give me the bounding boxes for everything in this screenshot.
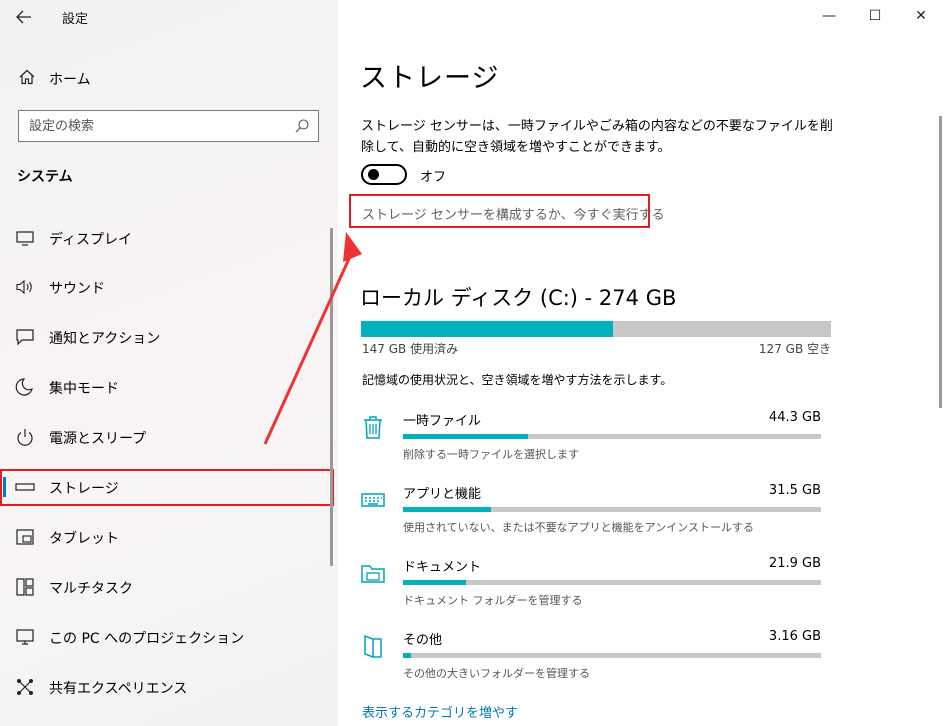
settings-search[interactable] [18, 110, 319, 142]
category-size: 44.3 GB [768, 410, 821, 425]
tablet-icon [16, 529, 34, 545]
sidebar-item-multitask[interactable]: マルチタスク [0, 569, 320, 605]
category-usage-fill [403, 580, 466, 585]
sidebar-item-power[interactable]: 電源とスリープ [0, 419, 320, 455]
category-size: 3.16 GB [768, 629, 821, 644]
sidebar-item-label: この PC へのプロジェクション [49, 631, 245, 647]
sidebar-item-label: 共有エクスペリエンス [49, 681, 188, 697]
sidebar-item-label: サウンド [49, 281, 105, 297]
toggle-knob [368, 169, 379, 180]
sidebar-item-notifications[interactable]: 通知とアクション [0, 319, 320, 355]
projection-icon [16, 629, 34, 645]
category-other[interactable]: その他 3.16 GB その他の大きいフォルダーを管理する [358, 629, 828, 689]
sidebar-item-shared[interactable]: 共有エクスペリエンス [0, 669, 320, 705]
back-arrow-icon [16, 10, 31, 24]
sidebar-item-sound[interactable]: サウンド [0, 269, 320, 305]
sidebar: 設定 ホーム システム ディスプレイ サウンド 通知とアクション 集中モード 電… [0, 0, 338, 726]
sidebar-item-label: タブレット [49, 531, 119, 547]
home-label: ホーム [49, 72, 91, 88]
storage-info-text: 記憶域の使用状況と、空き領域を増やす方法を示します。 [362, 373, 673, 387]
trash-icon [364, 416, 382, 439]
sidebar-item-label: 電源とスリープ [49, 431, 147, 447]
storage-sense-description: ストレージ センサーは、一時ファイルやごみ箱の内容などの不要なファイルを削除して… [361, 119, 833, 155]
category-usage-fill [403, 434, 529, 439]
sidebar-item-display[interactable]: ディスプレイ [0, 220, 320, 256]
back-button[interactable] [12, 6, 36, 28]
folder-icon [361, 565, 385, 583]
search-icon[interactable] [294, 118, 310, 134]
show-more-categories-link[interactable]: 表示するカテゴリを増やす [362, 702, 518, 721]
category-documents[interactable]: ドキュメント 21.9 GB ドキュメント フォルダーを管理する [358, 556, 828, 616]
maximize-button[interactable]: ☐ [852, 4, 898, 28]
disk-usage-bar [361, 321, 831, 337]
sidebar-item-label: 通知とアクション [49, 331, 161, 347]
sidebar-item-label: マルチタスク [49, 581, 133, 597]
category-usage-bar [403, 580, 821, 585]
sidebar-item-projection[interactable]: この PC へのプロジェクション [0, 619, 320, 655]
category-usage-bar [403, 434, 821, 439]
keyboard-icon [361, 493, 385, 507]
category-description: 使用されていない、または不要なアプリと機能をアンインストールする [403, 521, 755, 534]
category-size: 31.5 GB [768, 483, 821, 498]
close-button[interactable]: ✕ [898, 4, 944, 28]
sidebar-scrollbar[interactable] [330, 228, 333, 566]
toggle-state-label: オフ [420, 170, 447, 185]
category-apps[interactable]: アプリと機能 31.5 GB 使用されていない、または不要なアプリと機能をアンイ… [358, 483, 828, 543]
free-label: 127 GB 空き [758, 342, 831, 356]
titlebar-left: 設定 [0, 0, 338, 34]
page-title: ストレージ [360, 63, 500, 94]
sidebar-item-home[interactable]: ホーム [0, 64, 338, 92]
configure-storage-sense-link[interactable]: ストレージ センサーを構成するか、今すぐ実行する [362, 204, 665, 223]
annotation-highlight-box [0, 469, 334, 506]
category-size: 21.9 GB [768, 556, 821, 571]
category-name: ドキュメント [403, 560, 482, 575]
notification-icon [16, 329, 34, 346]
sidebar-item-focus[interactable]: 集中モード [0, 369, 320, 405]
used-label: 147 GB 使用済み [362, 342, 459, 356]
minimize-button[interactable]: — [806, 4, 852, 28]
home-icon [19, 69, 35, 85]
monitor-icon [16, 231, 34, 246]
category-description: その他の大きいフォルダーを管理する [403, 667, 590, 680]
disk-title: ローカル ディスク (C:) - 274 GB [360, 286, 677, 310]
document-icon [364, 634, 382, 659]
speaker-icon [16, 279, 32, 295]
category-temp-files[interactable]: 一時ファイル 44.3 GB 削除する一時ファイルを選択します [358, 410, 828, 470]
category-usage-bar [403, 653, 821, 658]
disk-usage-fill [361, 321, 613, 337]
sidebar-item-label: 集中モード [49, 381, 119, 397]
sidebar-item-label: ディスプレイ [49, 232, 133, 248]
main-scrollbar[interactable] [939, 116, 942, 408]
section-header: システム [17, 169, 73, 185]
share-icon [17, 679, 33, 695]
multitask-icon [16, 578, 34, 596]
category-name: アプリと機能 [403, 487, 482, 502]
annotation-highlight-box: ストレージ センサーを構成するか、今すぐ実行する [349, 194, 665, 228]
category-description: ドキュメント フォルダーを管理する [403, 594, 583, 607]
moon-icon [15, 378, 33, 396]
power-icon [17, 429, 33, 446]
category-usage-bar [403, 507, 821, 512]
category-description: 削除する一時ファイルを選択します [403, 448, 579, 461]
storage-sense-toggle[interactable] [361, 164, 407, 185]
app-title: 設定 [62, 12, 89, 27]
search-input[interactable] [19, 111, 269, 141]
category-name: その他 [403, 633, 443, 648]
sidebar-item-tablet[interactable]: タブレット [0, 519, 320, 555]
category-usage-fill [403, 507, 491, 512]
category-name: 一時ファイル [403, 414, 482, 429]
category-usage-fill [403, 653, 412, 658]
window-controls: — ☐ ✕ [806, 4, 944, 28]
